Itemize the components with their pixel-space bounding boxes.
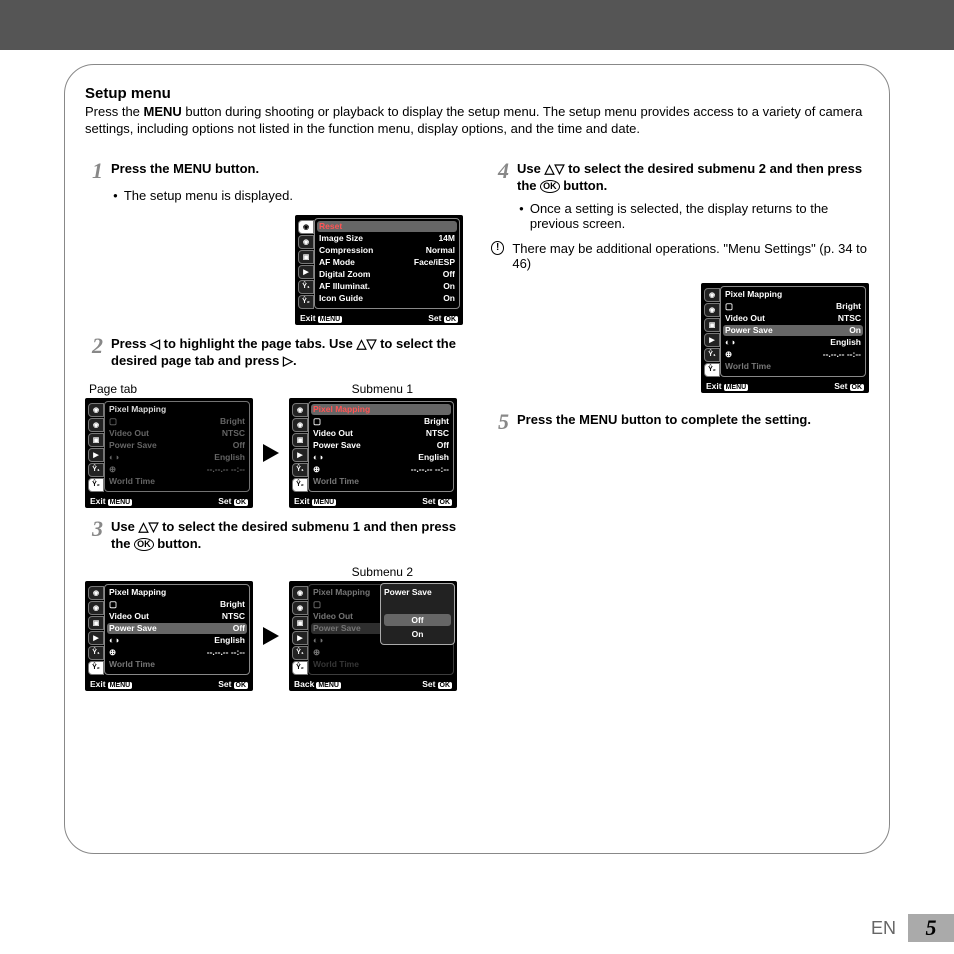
popup-power-save: Power Save Off On	[380, 583, 455, 645]
bullet-icon	[113, 188, 118, 203]
step-4-bullet: Once a setting is selected, the display …	[519, 201, 869, 231]
step-3-num: 3	[85, 518, 103, 540]
left-column: 1 Press the MENU button. The setup menu …	[85, 150, 463, 691]
label-submenu-1: Submenu 1	[352, 382, 413, 396]
screen-result: ◉ ◉ ▣ ▶ Ŷ₁ Ŷ₂ Pixel Mapping ▢Bright Vide…	[701, 283, 869, 393]
screen-submenu-2: ◉ ◉ ▣ ▶ Ŷ₁ Ŷ₂ Pixel Mapping ▢ Video Out …	[289, 581, 457, 691]
page-frame: Setup menu Press the MENU button during …	[64, 64, 890, 854]
top-dark-bar	[0, 0, 954, 50]
footer-lang: EN	[871, 918, 896, 939]
page-tab-icon: Ŷ₂	[298, 295, 314, 309]
ok-icon: OK	[134, 538, 154, 551]
footer-page-num: 5	[908, 914, 954, 942]
bullet-icon	[519, 201, 524, 216]
step-4-text: Use △▽ to select the desired submenu 2 a…	[517, 160, 869, 195]
step-4: 4 Use △▽ to select the desired submenu 2…	[491, 160, 869, 195]
page-tab-icon: ▣	[298, 250, 314, 264]
step-3: 3 Use △▽ to select the desired submenu 1…	[85, 518, 463, 553]
page-footer: EN 5	[871, 914, 954, 942]
right-column: 4 Use △▽ to select the desired submenu 2…	[491, 150, 869, 691]
screen-camera-menu: ◉ ◉ ▣ ▶ Ŷ₁ Ŷ₂ Reset Image Size14M Compre…	[295, 215, 463, 325]
screen-setup-tabs: ◉ ◉ ▣ ▶ Ŷ₁ Ŷ₂ Pixel Mapping ▢Bright Vide…	[85, 398, 253, 508]
step-3-text: Use △▽ to select the desired submenu 1 a…	[111, 518, 463, 553]
caution-icon: !	[491, 241, 504, 255]
label-submenu-2: Submenu 2	[352, 565, 413, 579]
step-2-num: 2	[85, 335, 103, 357]
step-5: 5 Press the MENU button to complete the …	[491, 411, 869, 433]
arrow-right-icon	[263, 627, 279, 645]
step-1-num: 1	[85, 160, 103, 182]
step-5-text: Press the MENU button to complete the se…	[517, 411, 869, 429]
label-page-tab: Page tab	[89, 382, 137, 396]
step-2: 2 Press ◁ to highlight the page tabs. Us…	[85, 335, 463, 370]
step-4-num: 4	[491, 160, 509, 182]
step-1-bullet: The setup menu is displayed.	[113, 188, 463, 203]
screen-submenu-1: ◉ ◉ ▣ ▶ Ŷ₁ Ŷ₂ Pixel Mapping ▢Bright Vide…	[289, 398, 457, 508]
page-tab-icon: ◉	[298, 235, 314, 249]
screen-powersave-row: ◉ ◉ ▣ ▶ Ŷ₁ Ŷ₂ Pixel Mapping ▢Bright Vide…	[85, 581, 253, 691]
page-tab-icon: Ŷ₁	[298, 280, 314, 294]
intro-a: Press the	[85, 104, 144, 119]
arrow-right-icon	[263, 444, 279, 462]
step-2-text: Press ◁ to highlight the page tabs. Use …	[111, 335, 463, 370]
intro-b: button during shooting or playback to di…	[85, 104, 862, 136]
ok-icon: OK	[540, 180, 560, 193]
section-intro: Press the MENU button during shooting or…	[85, 104, 869, 138]
step-4-note: ! There may be additional operations. "M…	[491, 241, 869, 271]
section-title: Setup menu	[85, 85, 869, 102]
step-5-num: 5	[491, 411, 509, 433]
step-1-text: Press the MENU button.	[111, 160, 463, 178]
step-1: 1 Press the MENU button.	[85, 160, 463, 182]
page-tab-icon: ▶	[298, 265, 314, 279]
intro-menu: MENU	[144, 104, 182, 119]
page-tab-icon: ◉	[298, 220, 314, 234]
